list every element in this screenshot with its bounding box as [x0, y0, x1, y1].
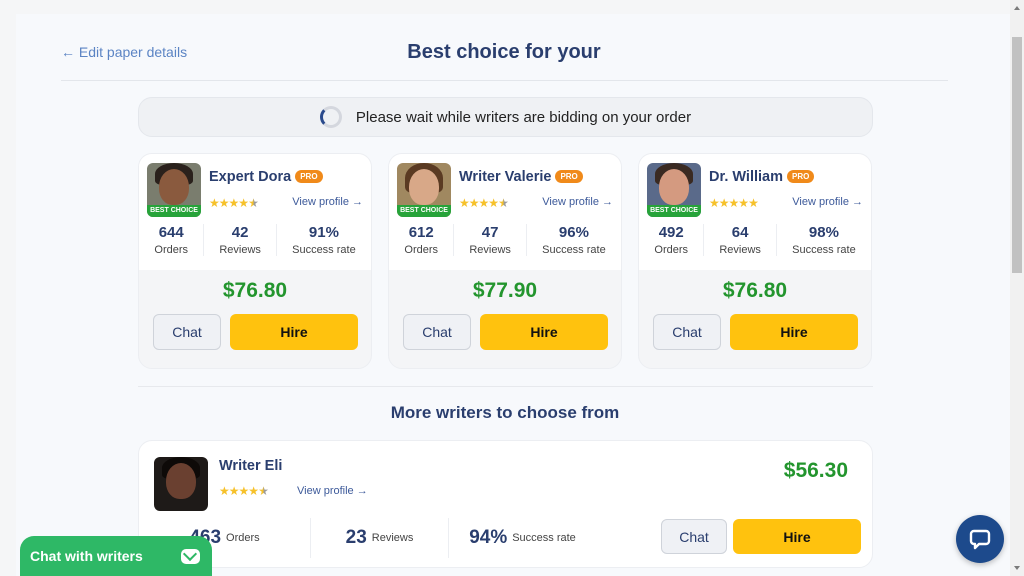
- writer-price: $76.80: [722, 279, 788, 302]
- writer-name[interactable]: Writer Valerie PRO: [459, 169, 583, 185]
- chat-button[interactable]: Chat: [661, 519, 727, 554]
- hire-button[interactable]: Hire: [733, 519, 861, 554]
- best-choice-badge: BEST CHOICE: [397, 205, 451, 217]
- stat-reviews: 23 Reviews: [310, 518, 448, 558]
- star-icon: ★: [248, 196, 259, 210]
- writer-price: $77.90: [472, 279, 538, 302]
- view-profile-link[interactable]: View profile →: [292, 196, 363, 208]
- writer-avatar[interactable]: [154, 457, 208, 511]
- writer-price: $56.30: [783, 459, 848, 482]
- pro-badge: PRO: [555, 170, 583, 183]
- stat-success-rate: 98% Success rate: [775, 224, 871, 256]
- stat-success-rate: 96% Success rate: [525, 224, 621, 256]
- vertical-scrollbar[interactable]: [1010, 0, 1024, 576]
- writer-card: BEST CHOICE Dr. William PRO ★★★★★ View pr…: [638, 153, 872, 369]
- star-icon: ★: [709, 196, 720, 210]
- star-icon: ★: [219, 484, 230, 498]
- writer-price: $76.80: [222, 279, 288, 302]
- writer-list-item: Writer Eli ★★★★★ View profile → $56.30 4…: [138, 440, 873, 568]
- stat-reviews: 42 Reviews: [203, 224, 275, 256]
- support-chat-button[interactable]: [956, 515, 1004, 563]
- star-icon: ★: [488, 196, 499, 210]
- loading-spinner-icon: [319, 106, 342, 128]
- more-writers-title: More writers to choose from: [390, 403, 620, 422]
- star-icon: ★: [718, 196, 730, 210]
- stat-success-rate: 91% Success rate: [275, 224, 371, 256]
- chat-bubble-icon: [969, 529, 991, 550]
- view-profile-link[interactable]: View profile →: [542, 196, 613, 208]
- view-profile-link[interactable]: View profile →: [792, 196, 863, 208]
- chat-button[interactable]: Chat: [653, 314, 721, 350]
- writer-name[interactable]: Dr. William PRO: [709, 169, 815, 185]
- chat-with-writers-widget[interactable]: Chat with writers: [20, 536, 212, 576]
- star-icon: ★: [209, 196, 220, 210]
- writer-name[interactable]: Writer Eli: [219, 458, 282, 474]
- writer-stats: 492 Orders 64 Reviews 98% Success rate: [639, 224, 871, 256]
- star-icon: ★: [468, 196, 480, 210]
- star-icon: ★: [238, 196, 249, 210]
- page-title: Best choice for your: [407, 41, 601, 63]
- star-icon: ★: [238, 484, 250, 498]
- stat-reviews: 47 Reviews: [453, 224, 525, 256]
- star-icon: ★: [218, 196, 230, 210]
- stat-success-rate: 94% Success rate: [448, 518, 596, 558]
- mail-icon: [181, 549, 200, 564]
- stat-orders: 644 Orders: [154, 224, 189, 256]
- pro-badge: PRO: [295, 170, 323, 183]
- chat-button[interactable]: Chat: [153, 314, 221, 350]
- scroll-down-arrow-icon[interactable]: [1014, 566, 1020, 570]
- star-icon: ★: [248, 484, 259, 498]
- star-icon: ★: [498, 196, 509, 210]
- star-icon: ★: [748, 196, 759, 210]
- scrollbar-thumb[interactable]: [1012, 37, 1022, 273]
- writer-stats: 644 Orders 42 Reviews 91% Success rate: [139, 224, 371, 256]
- best-choice-badge: BEST CHOICE: [647, 205, 701, 217]
- stat-reviews: 64 Reviews: [703, 224, 775, 256]
- hire-button[interactable]: Hire: [230, 314, 358, 350]
- writer-name[interactable]: Expert Dora PRO: [209, 169, 323, 185]
- star-icon: ★: [728, 196, 740, 210]
- writer-card: BEST CHOICE Writer Valerie PRO ★★★★★ View…: [388, 153, 622, 369]
- best-choice-badge: BEST CHOICE: [147, 205, 201, 217]
- rating-stars: ★★★★★: [209, 196, 259, 210]
- star-icon: ★: [228, 484, 240, 498]
- view-profile-link[interactable]: View profile →: [297, 485, 368, 497]
- bidding-status-text: Please wait while writers are bidding on…: [355, 108, 692, 126]
- header-divider: [61, 80, 948, 81]
- writer-avatar[interactable]: BEST CHOICE: [147, 163, 201, 217]
- star-icon: ★: [738, 196, 749, 210]
- writer-card: BEST CHOICE Expert Dora PRO ★★★★★ View pr…: [138, 153, 372, 369]
- stat-orders: 492 Orders: [654, 224, 689, 256]
- section-divider: [138, 386, 873, 387]
- hire-button[interactable]: Hire: [730, 314, 858, 350]
- rating-stars: ★★★★★: [459, 196, 509, 210]
- writer-stats: 612 Orders 47 Reviews 96% Success rate: [389, 224, 621, 256]
- hire-button[interactable]: Hire: [480, 314, 608, 350]
- star-icon: ★: [258, 484, 269, 498]
- star-icon: ★: [228, 196, 240, 210]
- pro-badge: PRO: [787, 170, 815, 183]
- writer-avatar[interactable]: BEST CHOICE: [647, 163, 701, 217]
- chat-button[interactable]: Chat: [403, 314, 471, 350]
- stat-orders: 612 Orders: [404, 224, 439, 256]
- chat-with-writers-label: Chat with writers: [30, 548, 143, 564]
- rating-stars: ★★★★★: [219, 484, 269, 498]
- rating-stars: ★★★★★: [709, 196, 759, 210]
- writer-avatar[interactable]: BEST CHOICE: [397, 163, 451, 217]
- star-icon: ★: [478, 196, 490, 210]
- star-icon: ★: [459, 196, 470, 210]
- scroll-up-arrow-icon[interactable]: [1014, 6, 1020, 10]
- bidding-status-bar: Please wait while writers are bidding on…: [138, 97, 873, 137]
